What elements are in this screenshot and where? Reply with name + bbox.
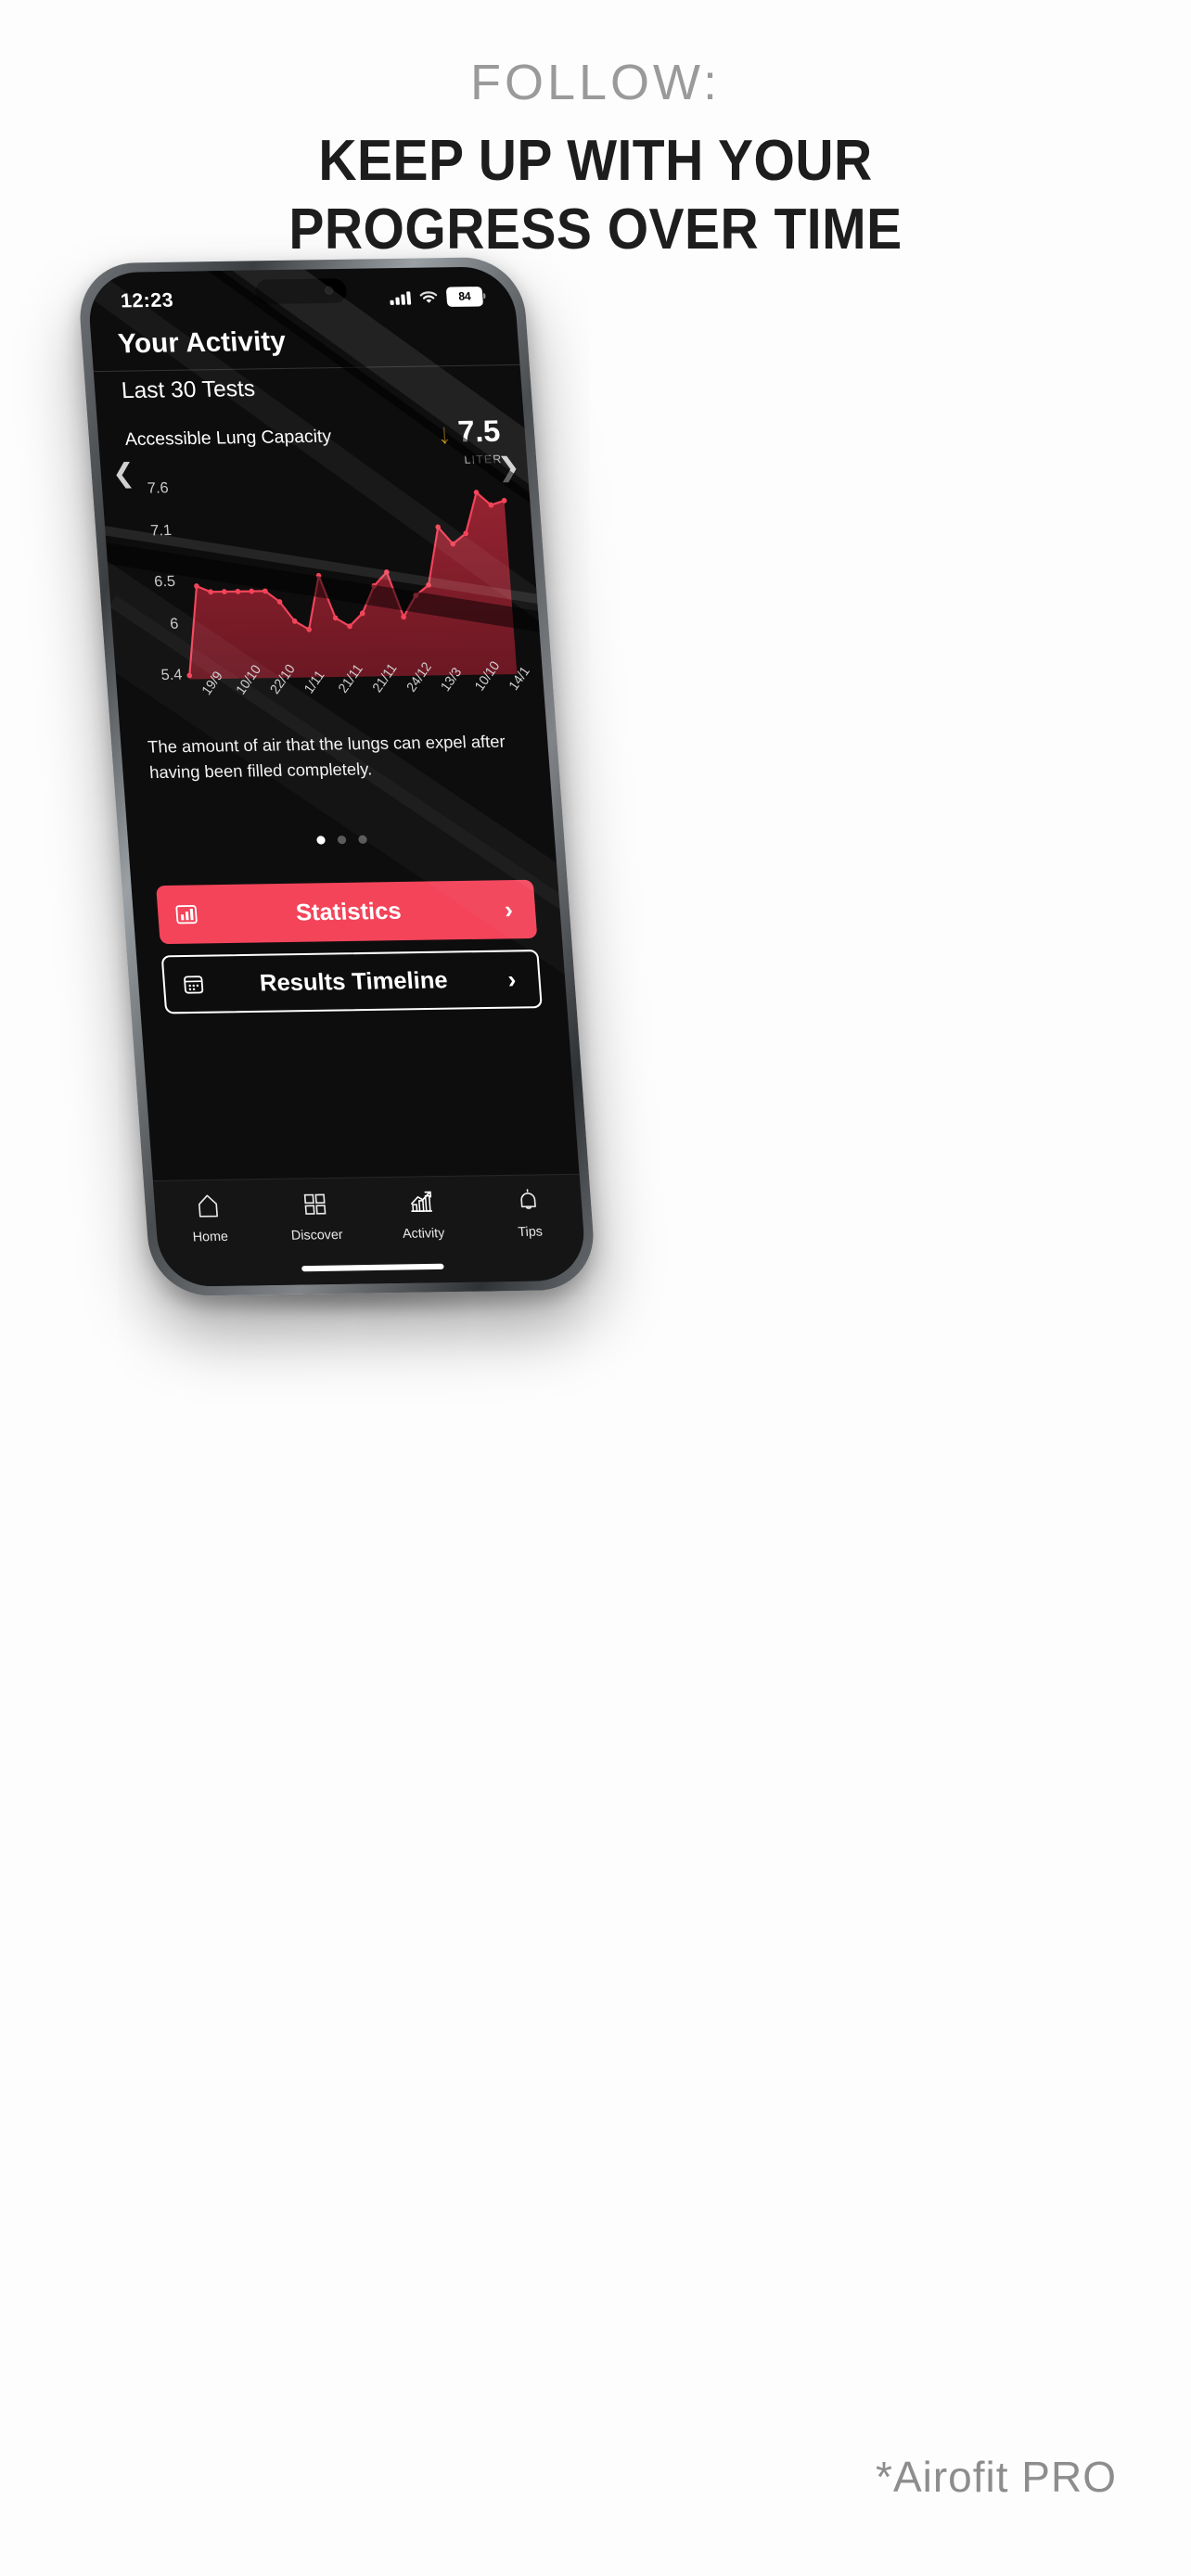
chart-svg: [186, 490, 518, 680]
arrow-down-icon: ↓: [436, 418, 453, 450]
divider-top: [93, 363, 520, 373]
calendar-icon: [164, 972, 223, 997]
bell-icon: [513, 1187, 544, 1218]
chart-area-fill: [189, 492, 518, 680]
metric-unit: LITER: [463, 452, 503, 466]
y-axis-tick: 7.6: [147, 480, 170, 497]
tab-label: Home: [192, 1228, 229, 1244]
promo-headline-line-2: PROGRESS OVER TIME: [288, 197, 903, 261]
section-subtitle: Last 30 Tests: [120, 376, 257, 404]
metric-description: The amount of air that the lungs can exp…: [147, 732, 506, 782]
activity-chart: 5.4 6 6.5 7.1 7.6 19/9 10/10 22/10 1/11 …: [124, 472, 536, 714]
y-axis-tick: 7.1: [149, 522, 173, 540]
battery-level-label: 84: [457, 289, 471, 303]
carousel-dot[interactable]: [337, 835, 346, 845]
chart-plot-area: [170, 472, 533, 680]
metric-value-block: ↓ 7.5 LITER: [436, 414, 503, 466]
chevron-right-icon: ›: [503, 894, 514, 924]
cellular-signal-icon: [390, 290, 412, 305]
grid-icon: [300, 1190, 330, 1221]
chevron-right-icon: ›: [506, 964, 518, 993]
carousel-dot[interactable]: [315, 835, 326, 845]
chevron-left-icon[interactable]: ❮: [111, 457, 135, 489]
status-clock: 12:23: [120, 289, 174, 312]
chart-x-axis: 19/9 10/10 22/10 1/11 21/11 21/11 24/12 13/3 10/…: [181, 658, 537, 733]
wifi-icon: [419, 290, 438, 303]
metric-value-row: ↓ 7.5: [436, 414, 502, 450]
y-axis-tick: 6.5: [153, 573, 176, 591]
phone-mockup: 12:23 84 Your Activity Last 30 Tests Acc…: [76, 256, 597, 1317]
phone-screen: 12:23 84 Your Activity Last 30 Tests Acc…: [85, 266, 588, 1287]
promo-headline: KEEP UP WITH YOUR PROGRESS OVER TIME: [47, 127, 1143, 262]
chart-data-point: [315, 572, 322, 579]
metric-value: 7.5: [456, 414, 502, 449]
metric-name: Accessible Lung Capacity: [124, 427, 332, 451]
status-icon-group: 84: [390, 286, 484, 308]
tab-discover[interactable]: Discover: [261, 1190, 373, 1265]
tab-home[interactable]: Home: [154, 1191, 266, 1266]
battery-icon: 84: [445, 286, 484, 307]
tab-label: Tips: [517, 1223, 544, 1240]
app-screen: 12:23 84 Your Activity Last 30 Tests Acc…: [86, 266, 588, 1287]
results-timeline-button[interactable]: Results Timeline ›: [160, 950, 543, 1014]
statistics-button[interactable]: Statistics ›: [156, 879, 538, 945]
bottom-tab-bar: Home Discover Activity Tips: [152, 1173, 588, 1287]
carousel-dots[interactable]: [128, 832, 555, 847]
results-timeline-button-label: Results Timeline: [258, 966, 449, 997]
y-axis-tick: 6: [169, 616, 180, 632]
promo-headline-line-1: KEEP UP WITH YOUR: [318, 129, 873, 194]
status-bar: 12:23 84: [87, 279, 516, 318]
home-icon: [193, 1192, 224, 1223]
home-indicator: [301, 1263, 444, 1272]
product-footnote: *Airofit PRO: [876, 2453, 1117, 2501]
promo-header: FOLLOW: KEEP UP WITH YOUR PROGRESS OVER …: [0, 0, 1191, 263]
tab-activity[interactable]: Activity: [367, 1188, 480, 1263]
metric-summary-row: Accessible Lung Capacity ↓ 7.5 LITER: [123, 414, 503, 471]
phone-device: 12:23 84 Your Activity Last 30 Tests Acc…: [76, 256, 597, 1297]
carousel-dot[interactable]: [357, 835, 367, 844]
promo-eyebrow: FOLLOW:: [469, 55, 722, 110]
tab-list: Home Discover Activity Tips: [153, 1175, 585, 1267]
y-axis-tick: 5.4: [160, 667, 184, 684]
tab-label: Discover: [290, 1226, 344, 1243]
chevron-right-icon[interactable]: ❯: [496, 452, 520, 483]
statistics-button-label: Statistics: [294, 897, 403, 926]
tab-tips[interactable]: Tips: [474, 1186, 586, 1261]
chart-growth-icon: [406, 1188, 437, 1219]
page-title: Your Activity: [117, 326, 288, 360]
bar-chart-icon: [157, 901, 215, 926]
tab-label: Activity: [402, 1224, 445, 1241]
